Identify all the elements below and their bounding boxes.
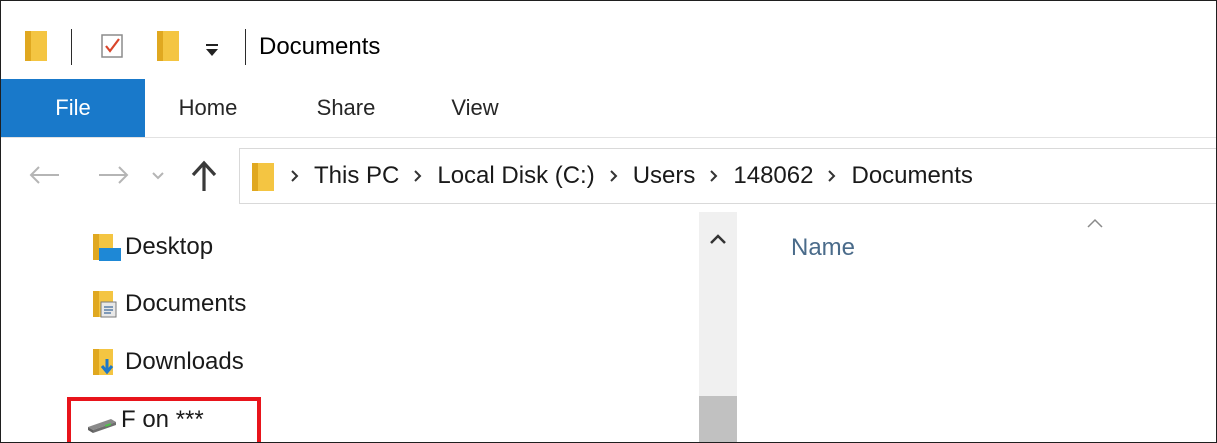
tab-home[interactable]: Home [161,79,255,137]
scrollbar-thumb[interactable] [699,396,737,442]
forward-arrow-icon[interactable] [97,166,129,184]
desktop-folder-icon [93,234,121,261]
nav-item-desktop[interactable]: Desktop [91,227,213,267]
highlight-box [67,397,261,442]
breadcrumb: This PC Local Disk (C:) Users 148062 Doc… [290,149,973,203]
back-arrow-icon[interactable] [29,166,61,184]
breadcrumb-local-disk[interactable]: Local Disk (C:) [437,162,594,190]
sort-ascending-icon [1087,218,1103,228]
column-header-name[interactable]: Name [791,234,855,262]
nav-item-downloads[interactable]: Downloads [91,342,244,382]
new-folder-icon[interactable] [157,31,179,61]
tab-file[interactable]: File [1,79,145,137]
quick-access-separator [71,29,72,65]
tab-share[interactable]: Share [297,79,395,137]
title-separator [245,29,246,65]
breadcrumb-user-folder[interactable]: 148062 [733,162,813,190]
recent-dropdown-icon[interactable] [151,171,165,181]
breadcrumb-documents[interactable]: Documents [851,162,972,190]
up-arrow-icon[interactable] [191,160,217,192]
navigation-pane: Desktop Documents Downloads F on *** [1,212,739,442]
tab-view[interactable]: View [433,79,517,137]
address-bar[interactable]: This PC Local Disk (C:) Users 148062 Doc… [239,148,1216,204]
window-title: Documents [259,33,381,60]
navpane-scrollbar[interactable] [699,212,737,442]
folder-icon[interactable] [25,31,47,61]
navigation-bar: This PC Local Disk (C:) Users 148062 Doc… [1,138,1216,212]
scroll-up-arrow-icon[interactable] [699,224,737,254]
file-list: Name [739,212,1216,442]
chevron-right-icon[interactable] [709,169,719,183]
chevron-right-icon[interactable] [290,169,300,183]
downloads-folder-icon [93,349,114,375]
nav-item-documents[interactable]: Documents [91,284,246,324]
chevron-right-icon[interactable] [827,169,837,183]
title-bar: Documents [1,1,1216,79]
ribbon-tabs: File Home Share View [1,79,1216,138]
documents-folder-icon [93,291,117,318]
properties-icon[interactable] [100,30,126,60]
chevron-right-icon[interactable] [413,169,423,183]
file-explorer-window: Documents File Home Share View This PC L… [0,0,1217,443]
breadcrumb-this-pc[interactable]: This PC [314,162,399,190]
folder-icon [252,163,274,191]
breadcrumb-users[interactable]: Users [633,162,696,190]
chevron-right-icon[interactable] [609,169,619,183]
customize-dropdown-icon[interactable] [204,43,220,57]
